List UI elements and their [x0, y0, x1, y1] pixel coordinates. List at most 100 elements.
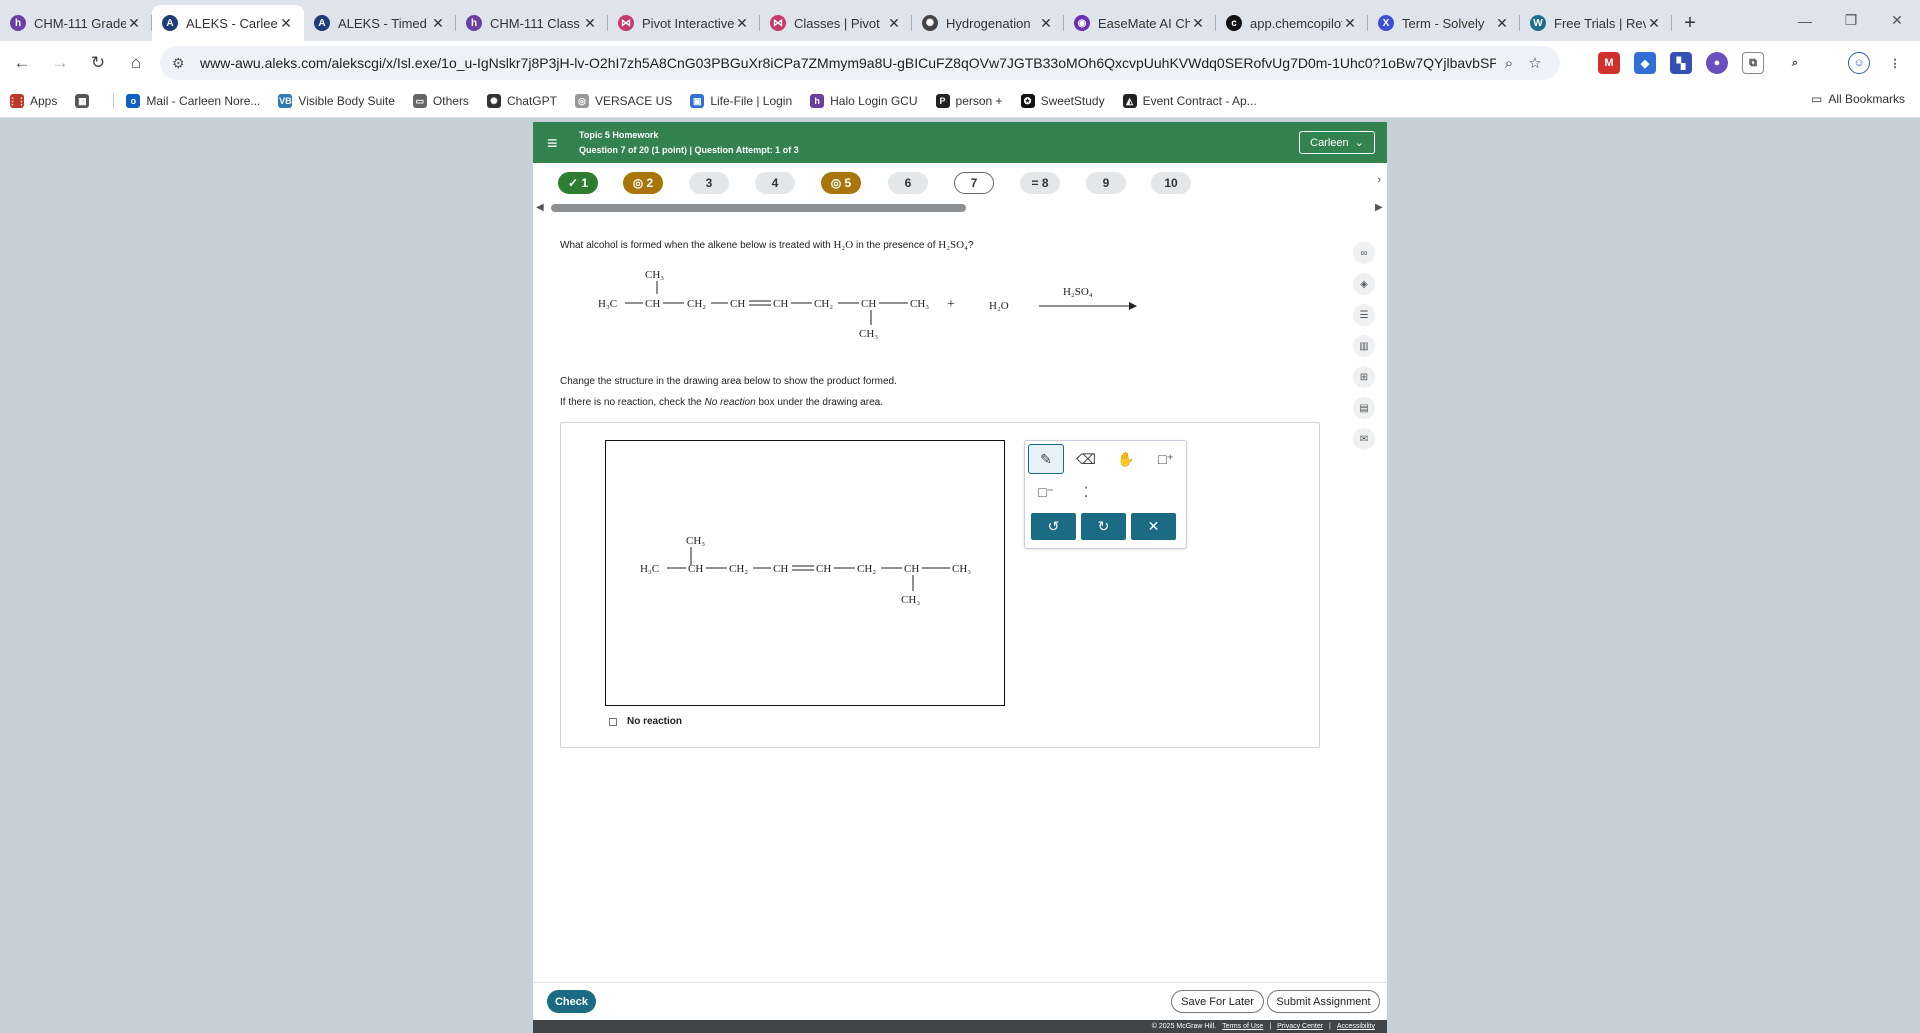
tab-close-icon[interactable]: ✕: [734, 15, 750, 32]
periodic-table-icon[interactable]: ⊞: [1353, 366, 1375, 388]
question-scrollbar-thumb[interactable]: [551, 204, 966, 212]
no-reaction-checkbox[interactable]: [609, 717, 617, 726]
tab-close-icon[interactable]: ✕: [1190, 15, 1206, 32]
reload-icon[interactable]: ↻: [82, 47, 114, 79]
question-pill-6[interactable]: 6: [888, 172, 928, 194]
profile-icon[interactable]: ☺: [1848, 52, 1870, 74]
browser-tab[interactable]: ◉ EaseMate AI Ch ✕: [1064, 5, 1216, 41]
chart-icon[interactable]: ▥: [1353, 335, 1375, 357]
question-pill-4[interactable]: 4: [755, 172, 795, 194]
question-pill-3[interactable]: 3: [689, 172, 729, 194]
restore-icon[interactable]: ❐: [1828, 0, 1874, 41]
browser-tab[interactable]: h CHM-111 Grade ✕: [0, 5, 152, 41]
menu-icon[interactable]: ≡: [547, 133, 558, 154]
chevron-right-icon[interactable]: ›: [1377, 174, 1381, 186]
question-pill-2[interactable]: ◎ 2: [623, 172, 663, 194]
browser-tab[interactable]: A ALEKS - Carleen ✕: [152, 5, 304, 41]
minimize-icon[interactable]: —: [1782, 0, 1828, 41]
extensions-puzzle-icon[interactable]: ⧉: [1742, 52, 1764, 74]
scroll-left-icon[interactable]: ◀: [536, 202, 544, 213]
add-charge-icon[interactable]: □⁺: [1148, 444, 1184, 474]
lone-pair-icon[interactable]: ⁚: [1068, 477, 1104, 507]
extension-cap-icon[interactable]: ◆: [1634, 52, 1656, 74]
bookmark-item[interactable]: Pperson +: [935, 94, 1003, 108]
url-text[interactable]: www-awu.aleks.com/alekscgi/x/Isl.exe/1o_…: [200, 55, 1496, 71]
extension-flag-icon[interactable]: ▚: [1670, 52, 1692, 74]
submit-assignment-button[interactable]: Submit Assignment: [1267, 990, 1380, 1013]
forward-icon[interactable]: →: [44, 47, 76, 79]
tab-close-icon[interactable]: ✕: [1038, 15, 1054, 32]
browser-tab[interactable]: ⋈ Classes | Pivot ✕: [760, 5, 912, 41]
undo-button[interactable]: ↺: [1031, 513, 1076, 540]
extension-circle-icon[interactable]: ●: [1706, 52, 1728, 74]
save-for-later-button[interactable]: Save For Later: [1171, 990, 1264, 1013]
calculator-icon[interactable]: ▤: [1353, 397, 1375, 419]
canvas-ch-4[interactable]: CH: [904, 563, 919, 575]
canvas-ch-2[interactable]: CH: [773, 563, 788, 575]
bookmark-item[interactable]: o Mail - Carleen Nore...: [126, 94, 260, 108]
canvas-h3c[interactable]: H₃C: [640, 563, 659, 575]
new-tab-icon[interactable]: +: [1672, 5, 1708, 41]
tab-close-icon[interactable]: ✕: [126, 15, 142, 32]
zoom-icon[interactable]: ⌕: [1496, 55, 1522, 72]
browser-tab[interactable]: ⋈ Pivot Interactive ✕: [608, 5, 760, 41]
all-bookmarks[interactable]: ▭ All Bookmarks: [1811, 92, 1905, 106]
home-icon[interactable]: ⌂: [120, 47, 152, 79]
canvas-methyl-bottom[interactable]: CH₃: [901, 594, 920, 606]
user-menu-button[interactable]: Carleen ⌄: [1299, 131, 1375, 154]
drawing-canvas[interactable]: CH₃ H₃C CH CH₂ CH CH CH₂ CH CH₃ CH₃: [605, 440, 1005, 706]
redo-button[interactable]: ↻: [1081, 513, 1126, 540]
site-info-icon[interactable]: ⚙: [172, 55, 192, 72]
tab-close-icon[interactable]: ✕: [582, 15, 598, 32]
browser-tab[interactable]: A ALEKS - Timed ✕: [304, 5, 456, 41]
tab-close-icon[interactable]: ✕: [886, 15, 902, 32]
browser-tab[interactable]: h CHM-111 Class ✕: [456, 5, 608, 41]
back-icon[interactable]: ←: [6, 47, 38, 79]
bookmark-item[interactable]: ▣ Life-File | Login: [690, 94, 792, 108]
remove-charge-icon[interactable]: □⁻: [1028, 477, 1064, 507]
bookmark-item[interactable]: h Halo Login GCU: [810, 94, 918, 108]
tab-close-icon[interactable]: ✕: [278, 15, 294, 32]
eraser-icon[interactable]: ⌫: [1068, 444, 1104, 474]
canvas-methyl-end[interactable]: CH₃: [952, 563, 971, 575]
question-pill-10[interactable]: 10: [1151, 172, 1191, 194]
canvas-ch-1[interactable]: CH: [688, 563, 703, 575]
canvas-ch2-1[interactable]: CH₂: [729, 563, 748, 575]
browser-tab[interactable]: c app.chemcopilot ✕: [1216, 5, 1368, 41]
question-pill-9[interactable]: 9: [1086, 172, 1126, 194]
close-window-icon[interactable]: ✕: [1874, 0, 1920, 41]
canvas-ch2-2[interactable]: CH₂: [857, 563, 876, 575]
tab-close-icon[interactable]: ✕: [1646, 15, 1662, 32]
bookmark-item[interactable]: ✪ SweetStudy: [1020, 94, 1105, 108]
canvas-ch-3[interactable]: CH: [816, 563, 831, 575]
browser-tab[interactable]: W Free Trials | Rev ✕: [1520, 5, 1672, 41]
bookmark-item[interactable]: ▦: [75, 94, 95, 108]
notes-icon[interactable]: ☰: [1353, 304, 1375, 326]
clear-button[interactable]: ✕: [1131, 513, 1176, 540]
pencil-icon[interactable]: ✎: [1028, 444, 1064, 474]
address-bar[interactable]: ⚙ www-awu.aleks.com/alekscgi/x/Isl.exe/1…: [160, 46, 1560, 80]
privacy-link[interactable]: Privacy Center: [1277, 1023, 1323, 1030]
question-pill-1[interactable]: ✓ 1: [558, 172, 598, 194]
question-pill-8[interactable]: = 8: [1020, 172, 1060, 194]
bookmark-item[interactable]: ✺ ChatGPT: [486, 94, 557, 108]
check-button[interactable]: Check: [547, 990, 596, 1013]
bookmark-item[interactable]: ⋮⋮ Apps: [8, 94, 57, 108]
tab-search-icon[interactable]: ⌕: [1784, 52, 1806, 74]
hand-icon[interactable]: ✋: [1108, 444, 1144, 474]
browser-tab[interactable]: X Term - Solvely ✕: [1368, 5, 1520, 41]
tag-icon[interactable]: ◈: [1353, 273, 1375, 295]
editable-structure[interactable]: CH₃ H₃C CH CH₂ CH CH CH₂ CH CH₃ CH₃: [606, 441, 1004, 705]
canvas-methyl-top[interactable]: CH₃: [686, 535, 705, 547]
question-pill-5[interactable]: ◎ 5: [821, 172, 861, 194]
question-pill-7[interactable]: 7: [954, 172, 994, 194]
no-reaction-option[interactable]: No reaction: [609, 716, 682, 727]
terms-link[interactable]: Terms of Use: [1222, 1023, 1263, 1030]
bookmark-item[interactable]: ◭ Event Contract - Ap...: [1122, 94, 1257, 108]
browser-menu-icon[interactable]: ⋮: [1884, 52, 1906, 74]
bookmark-star-icon[interactable]: ☆: [1522, 54, 1548, 72]
bookmark-item[interactable]: ▭ Others: [412, 94, 469, 108]
tab-close-icon[interactable]: ✕: [1342, 15, 1358, 32]
tab-close-icon[interactable]: ✕: [1494, 15, 1510, 32]
browser-tab[interactable]: ✺ Hydrogenation ✕: [912, 5, 1064, 41]
